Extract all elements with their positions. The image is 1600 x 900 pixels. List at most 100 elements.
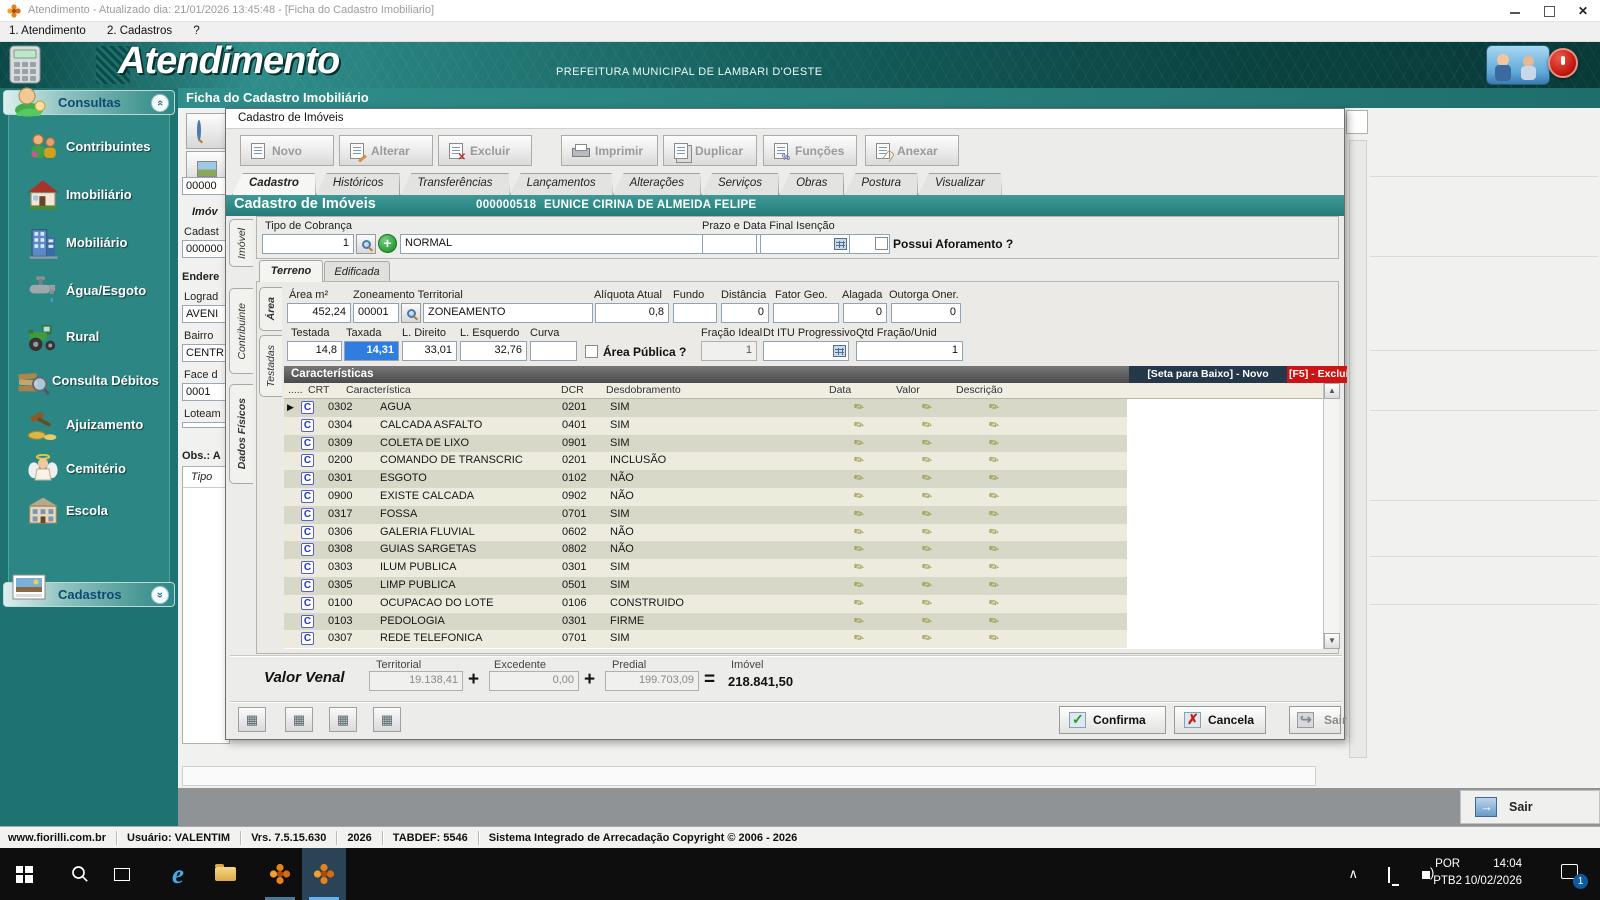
taskbar-search-button[interactable] bbox=[58, 848, 102, 900]
attachment-icon[interactable] bbox=[922, 631, 932, 645]
sidebar-item-contribuintes[interactable]: Contribuintes bbox=[22, 128, 172, 168]
attachment-icon[interactable] bbox=[989, 436, 999, 450]
aforamento-checkbox[interactable] bbox=[875, 237, 888, 250]
zone-code-field[interactable]: 00001 bbox=[353, 303, 399, 323]
table-scrollbar[interactable]: ▲ ▼ bbox=[1323, 383, 1339, 649]
duplicar-button[interactable]: Duplicar bbox=[663, 135, 757, 166]
menu-cadastros[interactable]: 2. Cadastros bbox=[98, 22, 181, 40]
table-row[interactable]: C0303ILUM PUBLICA0301SIM bbox=[284, 559, 1127, 577]
table-row[interactable]: C0900EXISTE CALCADA0902NÃO bbox=[284, 488, 1127, 506]
area-field[interactable]: 452,24 bbox=[287, 303, 351, 323]
attachment-icon[interactable] bbox=[989, 596, 999, 610]
fator-field[interactable] bbox=[773, 303, 839, 323]
testada-field[interactable]: 14,8 bbox=[287, 341, 342, 361]
attachment-icon[interactable] bbox=[989, 489, 999, 503]
attachment-icon[interactable] bbox=[989, 507, 999, 521]
attachment-icon[interactable] bbox=[854, 596, 864, 610]
attachment-icon[interactable] bbox=[989, 418, 999, 432]
zone-desc-field[interactable]: ZONEAMENTO bbox=[423, 303, 593, 323]
attachment-icon[interactable] bbox=[989, 542, 999, 556]
close-button[interactable]: ✕ bbox=[1566, 0, 1600, 22]
minimize-button[interactable] bbox=[1498, 0, 1532, 22]
internet-explorer-button[interactable]: e bbox=[156, 848, 200, 900]
bg-right-scrollbar[interactable] bbox=[1349, 140, 1367, 758]
sidebar-item-agua-esgoto[interactable]: Água/Esgoto bbox=[22, 272, 172, 312]
scroll-up-icon[interactable]: ▲ bbox=[1324, 383, 1340, 399]
attachment-icon[interactable] bbox=[922, 542, 932, 556]
attachment-icon[interactable] bbox=[922, 400, 932, 414]
vtab-imovel[interactable]: Imóvel bbox=[229, 219, 253, 267]
collapse-icon[interactable]: « bbox=[151, 94, 169, 112]
vtab-dados-fisicos[interactable]: Dados Físicos bbox=[229, 384, 253, 484]
attachment-icon[interactable] bbox=[922, 489, 932, 503]
alagada-field[interactable]: 0 bbox=[843, 303, 887, 323]
mdi-sair-button[interactable]: Sair bbox=[1460, 790, 1600, 824]
menu-help[interactable]: ? bbox=[184, 22, 208, 40]
attachment-icon[interactable] bbox=[922, 453, 932, 467]
novo-button[interactable]: Novo bbox=[240, 135, 334, 166]
start-button[interactable] bbox=[2, 848, 46, 900]
attachment-icon[interactable] bbox=[854, 614, 864, 628]
tab-visualizar[interactable]: Visualizar bbox=[918, 173, 1002, 195]
attachment-icon[interactable] bbox=[989, 578, 999, 592]
dtitu-field[interactable] bbox=[763, 341, 849, 361]
tab-alterações[interactable]: Alterações bbox=[613, 173, 701, 195]
area-publica-checkbox[interactable] bbox=[585, 345, 598, 358]
bg-field-logradouro[interactable]: AVENI bbox=[182, 305, 230, 323]
tab-históricos[interactable]: Históricos bbox=[316, 173, 400, 195]
bg-field-codigo[interactable]: 00000 bbox=[182, 177, 230, 195]
attachment-icon[interactable] bbox=[989, 560, 999, 574]
aliquota-field[interactable]: 0,8 bbox=[595, 303, 669, 323]
nav-button-4[interactable] bbox=[373, 707, 401, 732]
table-row[interactable]: ▶C0302AGUA0201SIM bbox=[284, 399, 1127, 417]
attachment-icon[interactable] bbox=[854, 631, 864, 645]
imprimir-button[interactable]: Imprimir bbox=[561, 135, 658, 166]
tab-postura[interactable]: Postura bbox=[844, 173, 918, 195]
file-explorer-button[interactable] bbox=[203, 848, 247, 900]
task-view-button[interactable] bbox=[100, 848, 144, 900]
tab-lançamentos[interactable]: Lançamentos bbox=[510, 173, 613, 195]
vtab-area[interactable]: Área bbox=[259, 287, 282, 331]
cancela-button[interactable]: Cancela bbox=[1174, 706, 1266, 734]
taxada-field[interactable]: 14,31 bbox=[344, 341, 399, 361]
sidebar-item-cemiterio[interactable]: Cemitério bbox=[22, 450, 172, 490]
table-row[interactable]: C0308GUIAS SARGETAS0802NÃO bbox=[284, 541, 1127, 559]
zone-search-button[interactable] bbox=[401, 303, 421, 323]
table-row[interactable]: C0301ESGOTO0102NÃO bbox=[284, 470, 1127, 488]
cobranca-search-button[interactable] bbox=[356, 234, 376, 254]
attachment-icon[interactable] bbox=[922, 560, 932, 574]
attachment-icon[interactable] bbox=[989, 400, 999, 414]
attachment-icon[interactable] bbox=[854, 542, 864, 556]
bg-horizontal-scrollbar[interactable] bbox=[182, 766, 1316, 786]
attachment-icon[interactable] bbox=[922, 436, 932, 450]
attachment-icon[interactable] bbox=[922, 471, 932, 485]
nav-button-3[interactable] bbox=[329, 707, 357, 732]
table-row[interactable]: C0317FOSSA0701SIM bbox=[284, 506, 1127, 524]
lesquerdo-field[interactable]: 32,76 bbox=[460, 341, 527, 361]
attachment-icon[interactable] bbox=[854, 507, 864, 521]
fiorilli-app-button-1[interactable] bbox=[258, 848, 302, 900]
sidebar-item-mobiliario[interactable]: Mobiliário bbox=[22, 224, 172, 264]
tray-chevron-icon[interactable]: ∧ bbox=[1348, 866, 1358, 882]
expand-icon[interactable]: « bbox=[151, 586, 169, 604]
attachment-icon[interactable] bbox=[922, 614, 932, 628]
language-indicator[interactable]: POR PTB2 bbox=[1433, 856, 1462, 890]
nav-button-1[interactable] bbox=[238, 707, 266, 732]
bg-field-cadastro[interactable]: 000000 bbox=[182, 240, 230, 258]
sidebar-item-rural[interactable]: Rural bbox=[22, 318, 172, 358]
qtd-field[interactable]: 1 bbox=[856, 341, 963, 361]
prazo-field[interactable] bbox=[702, 234, 757, 254]
bg-search-button[interactable] bbox=[186, 113, 228, 149]
attachment-icon[interactable] bbox=[854, 453, 864, 467]
clock[interactable]: 14:04 10/02/2026 bbox=[1464, 856, 1522, 890]
fracao-field[interactable]: 1 bbox=[701, 341, 757, 361]
attachment-icon[interactable] bbox=[989, 631, 999, 645]
ldireito-field[interactable]: 33,01 bbox=[402, 341, 457, 361]
confirma-button[interactable]: Confirma bbox=[1059, 706, 1166, 734]
bg-field-loteamento[interactable] bbox=[182, 422, 230, 428]
excluir-button[interactable]: Excluir bbox=[438, 135, 532, 166]
table-row[interactable]: C0309COLETA DE LIXO0901SIM bbox=[284, 435, 1127, 453]
table-row[interactable]: C0100OCUPACAO DO LOTE0106CONSTRUIDO bbox=[284, 595, 1127, 613]
attachment-icon[interactable] bbox=[922, 596, 932, 610]
attachment-icon[interactable] bbox=[989, 471, 999, 485]
